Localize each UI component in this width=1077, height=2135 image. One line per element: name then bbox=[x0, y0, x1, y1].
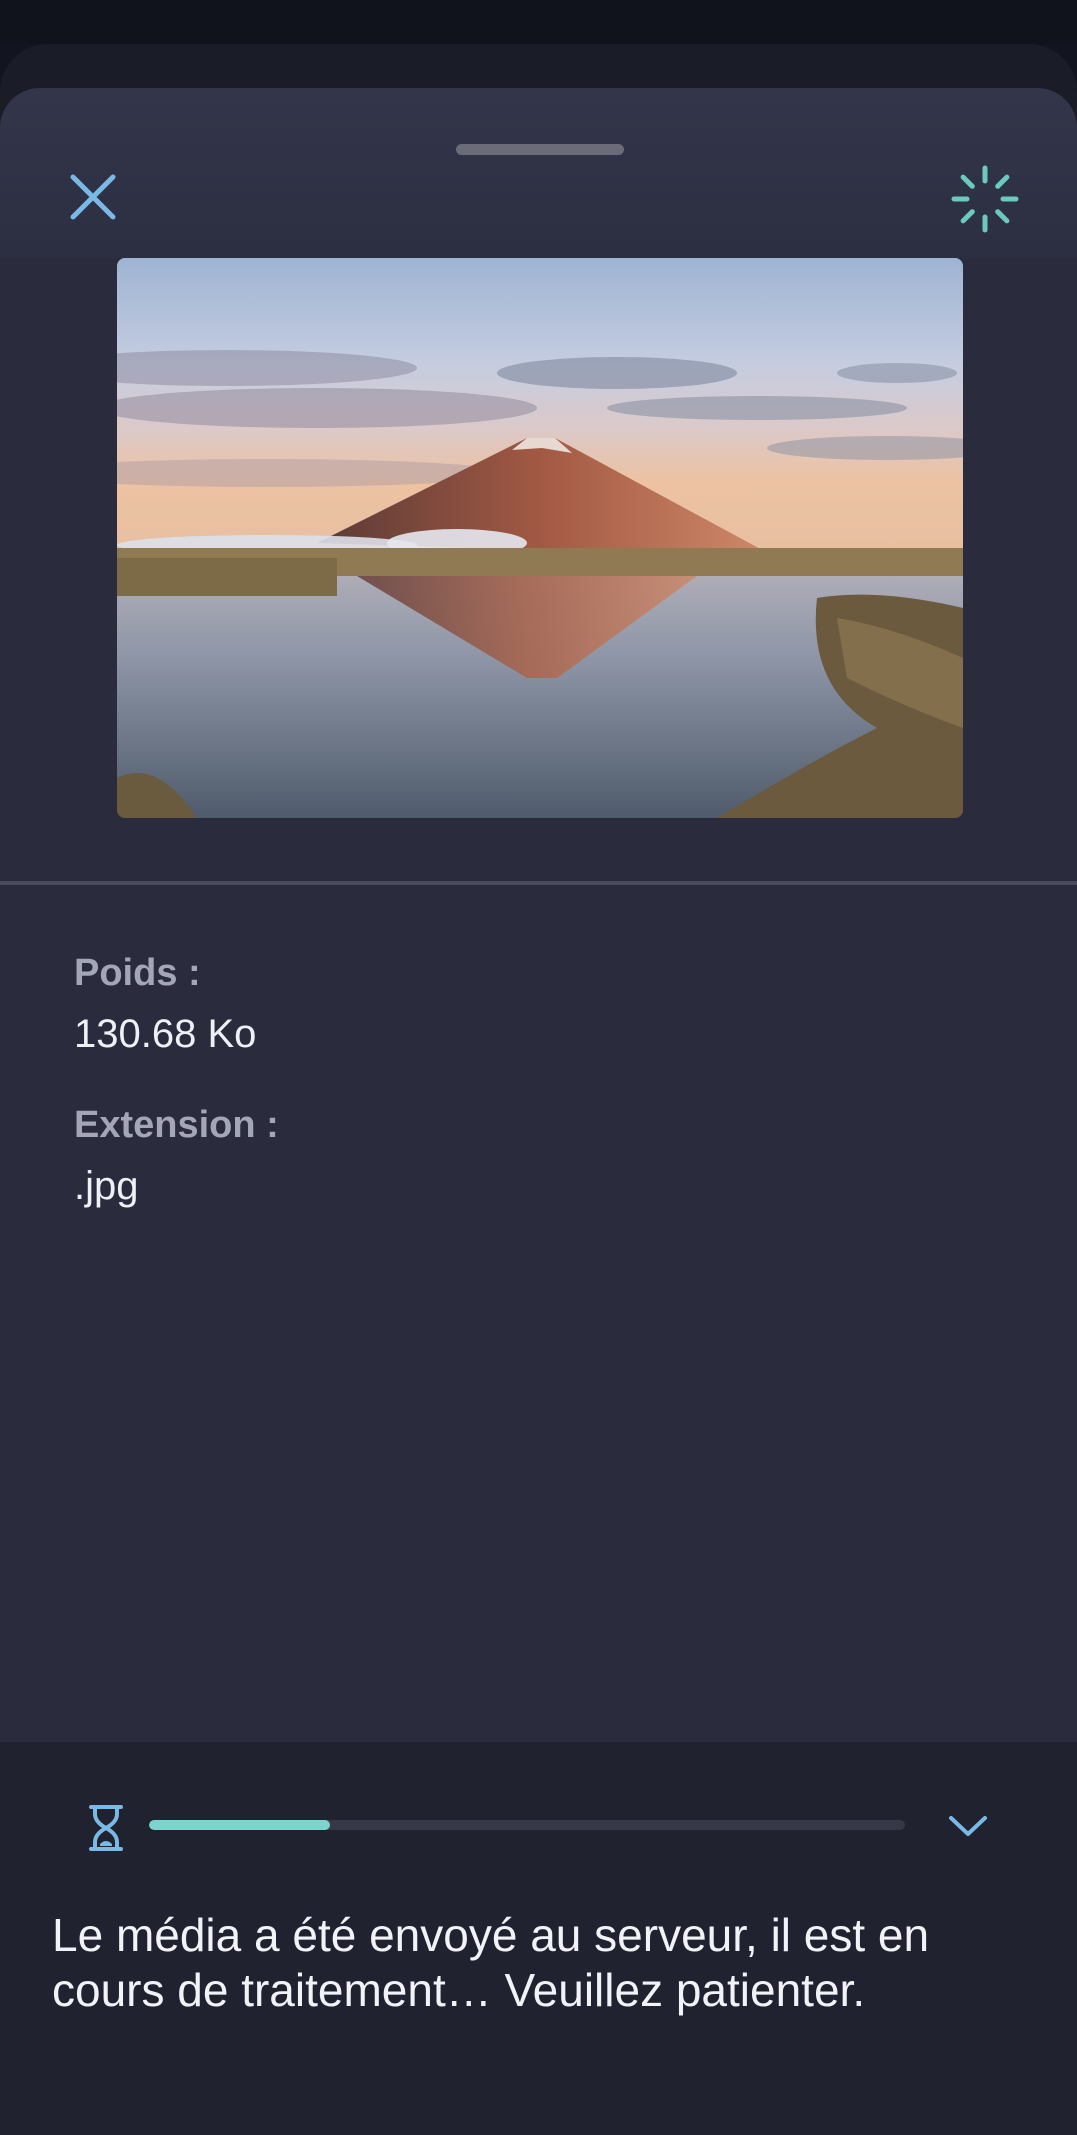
upload-progress-fill bbox=[149, 1820, 331, 1830]
upload-status-message: Le média a été envoyé au serveur, il est… bbox=[52, 1909, 930, 2016]
media-preview-image bbox=[117, 258, 963, 818]
chevron-down-icon bbox=[949, 1816, 987, 1836]
upload-status-panel: Le média a été envoyé au serveur, il est… bbox=[0, 1742, 1077, 2135]
weight-value: 130.68 Ko bbox=[74, 1012, 257, 1056]
upload-progress-bar bbox=[149, 1820, 905, 1830]
extension-info: Extension : .jpg bbox=[74, 1102, 279, 1210]
status-bar bbox=[0, 0, 1077, 44]
drag-handle[interactable] bbox=[456, 144, 624, 155]
sheet-header bbox=[0, 88, 1077, 258]
close-button[interactable] bbox=[60, 164, 126, 230]
section-divider bbox=[0, 881, 1077, 885]
collapse-button[interactable] bbox=[938, 1798, 998, 1854]
weight-info: Poids : 130.68 Ko bbox=[74, 950, 256, 1058]
spinner-icon bbox=[951, 165, 1019, 233]
extension-value: .jpg bbox=[74, 1164, 139, 1208]
close-icon bbox=[70, 174, 116, 220]
extension-label: Extension : bbox=[74, 1104, 279, 1146]
weight-label: Poids : bbox=[74, 952, 201, 994]
hourglass-icon bbox=[89, 1805, 123, 1851]
media-preview bbox=[117, 258, 963, 818]
